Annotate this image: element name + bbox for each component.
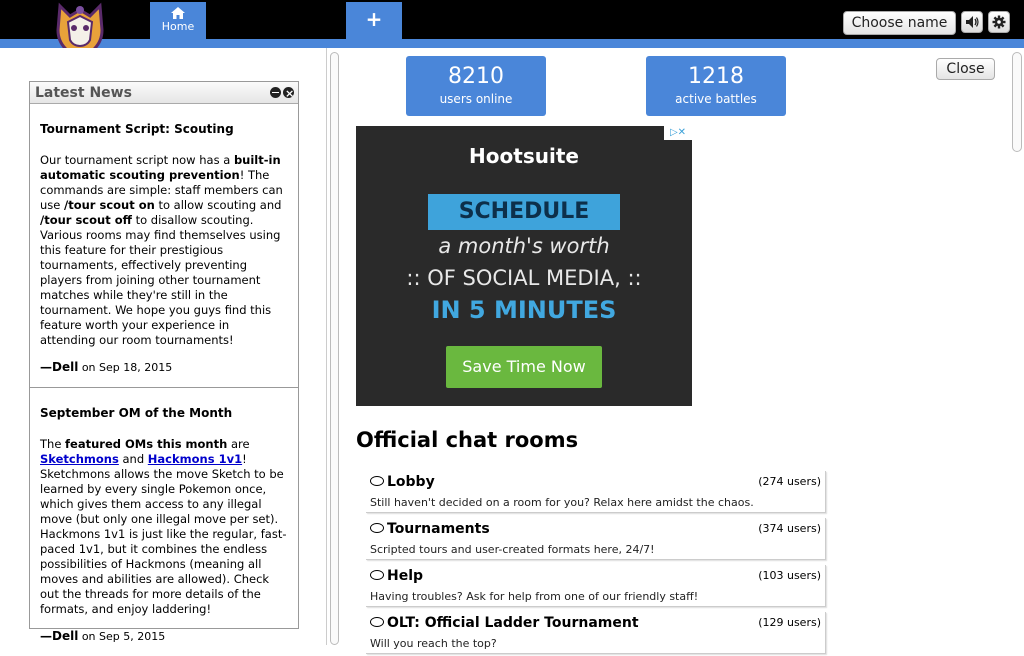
sketchmons-link[interactable]: Sketchmons [40,452,119,466]
sound-button[interactable] [961,11,983,33]
news-author: —Dell [40,629,79,643]
room-description: Will you reach the top? [370,637,497,650]
close-icon[interactable] [283,83,294,105]
chat-bubble-icon [370,523,384,533]
choose-name-button[interactable]: Choose name [843,11,956,35]
room-user-count: (129 users) [758,616,821,629]
tab-home[interactable]: Home [150,2,206,42]
news-item-body: The featured OMs this month are Sketchmo… [40,437,288,617]
left-scrollbar-thumb[interactable] [330,52,339,645]
news-item: September OM of the Month The featured O… [30,387,298,656]
users-online-label: users online [439,92,513,106]
ad-brand: Hootsuite [469,144,579,168]
news-command: /tour scout off [40,213,132,227]
new-tab-button[interactable]: + [346,2,402,42]
room-name-text: Tournaments [387,521,490,537]
users-online-count: 8210 [448,64,504,89]
advertisement-banner[interactable]: Hootsuite SCHEDULE a month's worth :: OF… [356,126,692,406]
rooms-title: Official chat rooms [356,428,579,452]
chat-bubble-icon [370,570,384,580]
news-text-bold: featured OMs this month [65,437,228,451]
ad-cta-button[interactable]: Save Time Now [446,346,602,388]
gear-icon [992,15,1006,29]
room-name: Lobby [370,474,435,490]
latest-news-header: Latest News [30,82,298,105]
active-battles-stat[interactable]: 1218 active battles [646,56,786,116]
room-user-count: (274 users) [758,475,821,488]
news-text: and [118,452,148,466]
news-text: to disallow scouting. Various rooms may … [40,213,281,347]
speaker-icon [966,16,979,28]
room-lobby[interactable]: Lobby (274 users) Still haven't decided … [366,471,826,513]
news-author: —Dell [40,360,79,374]
room-tournaments[interactable]: Tournaments (374 users) Scripted tours a… [366,518,826,560]
room-olt[interactable]: OLT: Official Ladder Tournament (129 use… [366,612,826,654]
news-date: on Sep 18, 2015 [81,361,173,374]
news-text: The [40,437,66,451]
room-user-count: (374 users) [758,522,821,535]
news-text: to allow scouting and [154,198,282,212]
ad-ribbon: SCHEDULE [428,194,620,230]
active-battles-label: active battles [675,92,757,106]
room-description: Still haven't decided on a room for you?… [370,496,754,509]
news-text: are [227,437,250,451]
room-name: Tournaments [370,521,490,537]
latest-news-panel: Latest News Tournament Script: Scouting … [29,81,299,643]
news-item-title: Tournament Script: Scouting [40,122,234,136]
news-command: /tour scout on [64,198,155,212]
latest-news-title: Latest News [35,85,132,101]
tab-home-label: Home [161,20,195,33]
room-name: Help [370,568,423,584]
news-item-title: September OM of the Month [40,406,233,420]
news-signature: —Dell on Sep 18, 2015 [40,360,288,375]
room-description: Scripted tours and user-created formats … [370,543,655,556]
room-user-count: (103 users) [758,569,821,582]
users-online-stat[interactable]: 8210 users online [406,56,546,116]
room-help[interactable]: Help (103 users) Having troubles? Ask fo… [366,565,826,607]
close-button[interactable]: Close [936,58,995,80]
chat-bubble-icon [370,476,384,486]
plus-icon: + [365,7,383,31]
minimize-icon[interactable] [270,87,281,98]
news-item: Tournament Script: Scouting Our tourname… [30,104,298,387]
news-text: Our tournament script now has a [40,153,234,167]
ad-line: a month's worth [438,234,610,258]
news-text: ! Sketchmons allows the move Sketch to b… [40,452,287,616]
ad-line: IN 5 MINUTES [431,296,617,324]
home-icon [171,7,185,19]
room-name-text: OLT: Official Ladder Tournament [387,615,639,631]
ad-choices-icon[interactable]: ▷✕ [664,126,692,140]
main-scrollbar-thumb[interactable] [1012,52,1022,152]
hackmons-1v1-link[interactable]: Hackmons 1v1 [148,452,242,466]
room-description: Having troubles? Ask for help from one o… [370,590,699,603]
settings-button[interactable] [988,11,1010,33]
room-name: OLT: Official Ladder Tournament [370,615,639,631]
ad-line: :: OF SOCIAL MEDIA, :: [406,266,642,290]
active-battles-count: 1218 [688,64,744,89]
room-name-text: Help [387,568,424,584]
news-signature: —Dell on Sep 5, 2015 [40,629,288,644]
news-item-body: Our tournament script now has a built-in… [40,153,288,348]
news-date: on Sep 5, 2015 [81,630,166,643]
room-name-text: Lobby [387,474,435,490]
chat-bubble-icon [370,617,384,627]
